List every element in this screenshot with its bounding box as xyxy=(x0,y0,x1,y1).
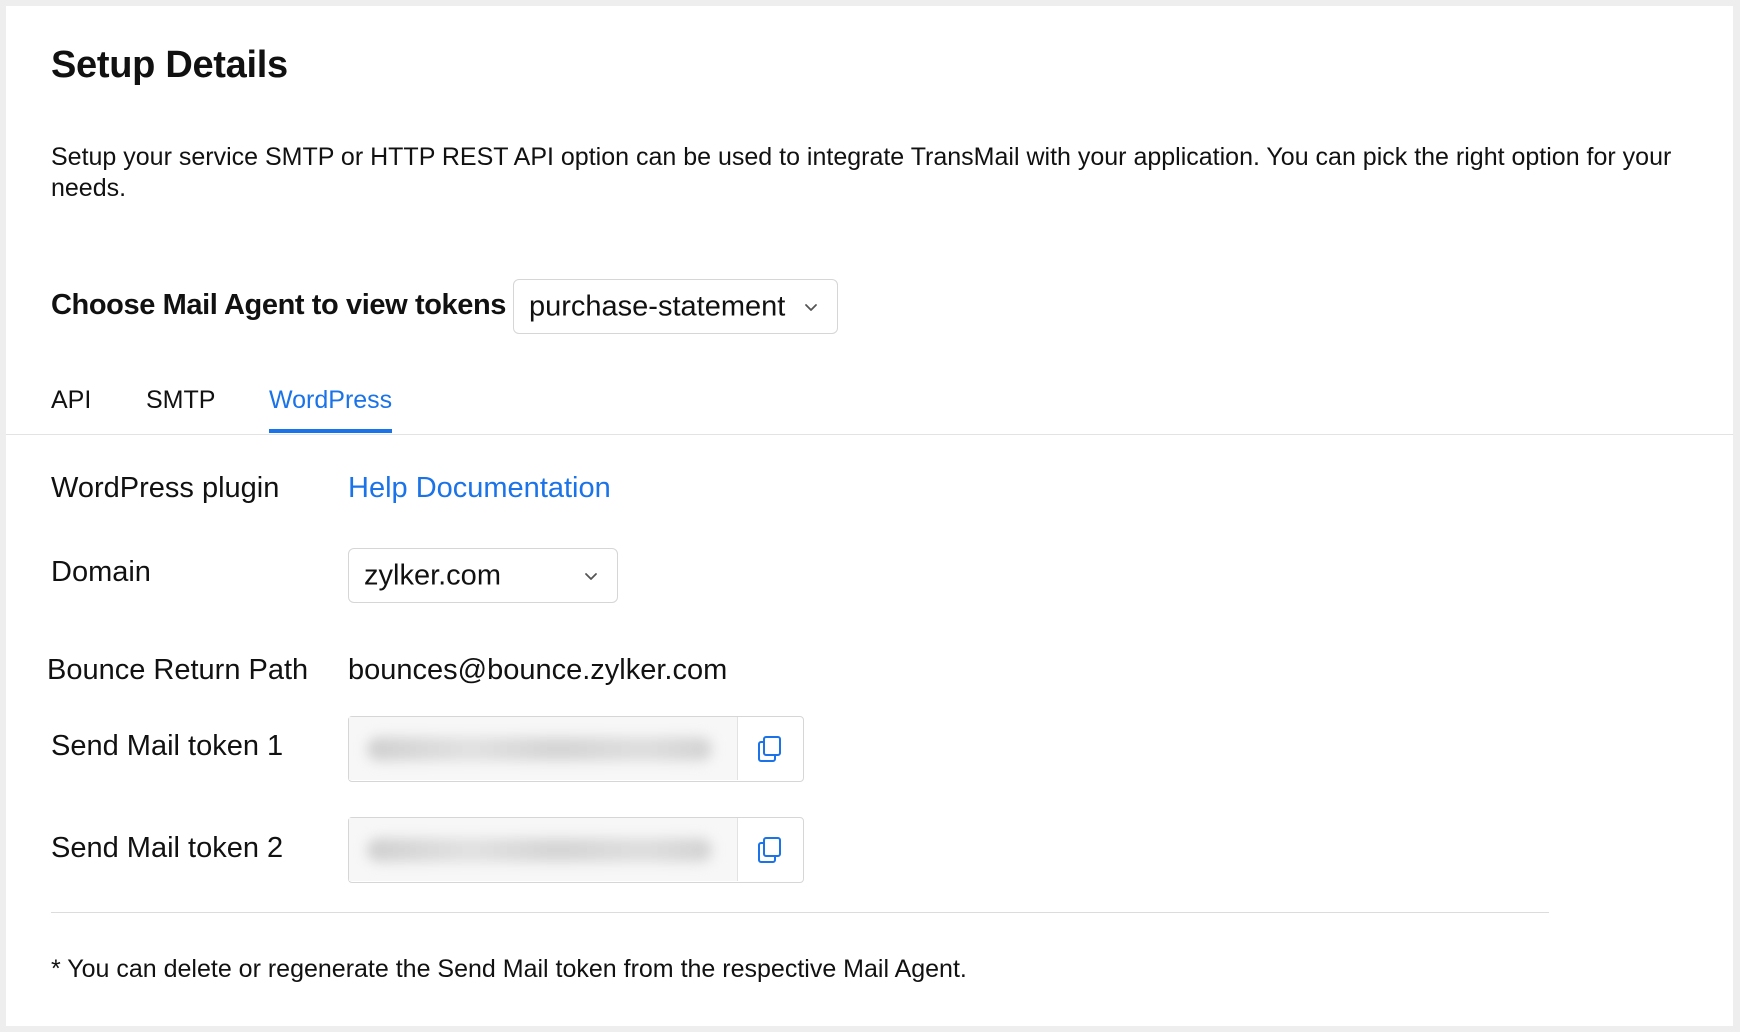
copy-icon xyxy=(758,837,781,863)
section-divider xyxy=(51,912,1549,913)
send-mail-token-2-field[interactable] xyxy=(349,818,738,881)
chevron-down-icon xyxy=(585,572,597,580)
copy-icon xyxy=(758,736,781,762)
page-title: Setup Details xyxy=(51,44,288,86)
send-mail-token-1-box xyxy=(348,716,804,782)
domain-label: Domain xyxy=(51,556,151,588)
mail-agent-label: Choose Mail Agent to view tokens xyxy=(51,289,507,321)
mail-agent-dropdown[interactable]: purchase-statement xyxy=(513,279,838,334)
send-mail-token-2-label: Send Mail token 2 xyxy=(51,832,284,864)
tab-wordpress[interactable]: WordPress xyxy=(269,386,393,433)
copy-token-2-button[interactable] xyxy=(737,818,803,881)
chevron-down-icon xyxy=(805,303,817,311)
copy-token-1-button[interactable] xyxy=(737,717,803,780)
domain-selected-value: zylker.com xyxy=(364,559,501,591)
bounce-return-path-value: bounces@bounce.zylker.com xyxy=(348,654,728,686)
bounce-return-path-label: Bounce Return Path xyxy=(47,654,309,686)
send-mail-token-1-field[interactable] xyxy=(349,717,738,780)
mail-agent-selected-value: purchase-statement xyxy=(529,290,786,322)
tab-api[interactable]: API xyxy=(51,386,91,429)
help-documentation-link[interactable]: Help Documentation xyxy=(348,472,611,505)
token-redacted-value xyxy=(367,838,712,862)
wordpress-plugin-label: WordPress plugin xyxy=(51,472,280,504)
setup-tabs: API SMTP WordPress xyxy=(6,376,1733,435)
token-footnote: * You can delete or regenerate the Send … xyxy=(51,955,967,983)
token-redacted-value xyxy=(367,737,712,761)
domain-dropdown[interactable]: zylker.com xyxy=(348,548,618,603)
page-description: Setup your service SMTP or HTTP REST API… xyxy=(51,143,1672,202)
send-mail-token-1-label: Send Mail token 1 xyxy=(51,730,284,762)
send-mail-token-2-box xyxy=(348,817,804,883)
setup-details-panel: Setup Details Setup your service SMTP or… xyxy=(6,6,1733,1026)
tab-smtp[interactable]: SMTP xyxy=(146,386,215,429)
